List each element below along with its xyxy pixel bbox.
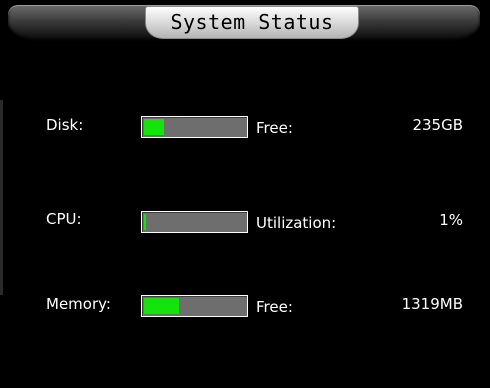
cpu-progress-fill bbox=[144, 214, 146, 230]
disk-progress-fill bbox=[144, 119, 164, 135]
cpu-utilization-value: 1% bbox=[439, 211, 463, 229]
title-plate: System Status bbox=[145, 6, 359, 39]
memory-progress-bar bbox=[141, 295, 248, 317]
title-bar: System Status bbox=[8, 5, 480, 41]
disk-label: Disk: bbox=[46, 116, 84, 134]
cpu-label: CPU: bbox=[46, 210, 82, 228]
memory-progress-fill bbox=[144, 298, 179, 314]
memory-free-value: 1319MB bbox=[401, 295, 463, 313]
left-edge-divider bbox=[0, 100, 3, 295]
memory-label: Memory: bbox=[46, 295, 111, 313]
memory-free-label: Free: bbox=[256, 298, 293, 316]
cpu-utilization-label: Utilization: bbox=[256, 214, 337, 232]
disk-free-value: 235GB bbox=[412, 116, 463, 134]
disk-free-label: Free: bbox=[256, 119, 293, 137]
cpu-progress-bar bbox=[141, 211, 248, 233]
page-title: System Status bbox=[170, 10, 334, 34]
disk-progress-bar bbox=[141, 116, 248, 138]
